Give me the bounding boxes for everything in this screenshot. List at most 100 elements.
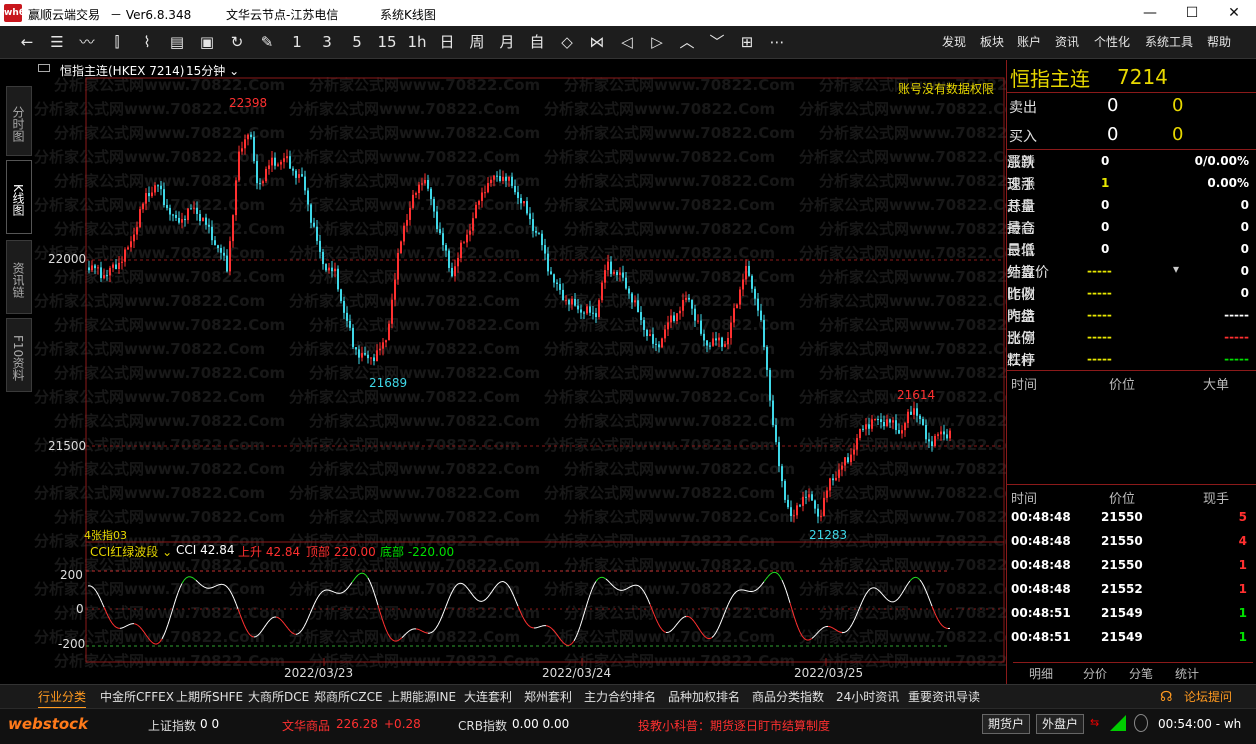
move-right-icon[interactable]: ▷ [642, 26, 672, 59]
indicator-name[interactable]: CCI红绿波段 ⌄ [90, 543, 172, 560]
cci-segment [695, 623, 699, 628]
chart-menu-icon[interactable] [38, 64, 50, 72]
menu-sector[interactable]: 板块 [980, 26, 1004, 59]
market-tab[interactable]: 主力合约排名 [584, 685, 656, 709]
watermark-text: 分析家公式网www.70822.Com [819, 556, 1006, 574]
candle-body [193, 207, 195, 209]
candle-body [442, 233, 444, 246]
chart-period[interactable]: 15分钟 ⌄ [186, 62, 239, 79]
refresh-icon[interactable]: ↻ [222, 26, 252, 59]
tab-stats[interactable]: 统计 [1175, 665, 1199, 682]
up-icon[interactable]: ︿ [672, 26, 702, 59]
tick-time: 00:48:48 [1011, 510, 1071, 524]
sell-price[interactable]: 0 [1107, 95, 1118, 116]
draw-icon[interactable]: ✎ [252, 26, 282, 59]
menu-personalize[interactable]: 个性化 [1094, 26, 1130, 59]
tick-volume: 1 [1238, 558, 1247, 572]
candle-body [565, 299, 567, 301]
futures-account-button[interactable]: 期货户 [982, 714, 1030, 734]
stat-label: 昨收 [1007, 287, 1035, 303]
market-tab[interactable]: 郑商所CZCE [314, 685, 383, 709]
market-tab[interactable]: 品种加权排名 [668, 685, 740, 709]
close-icon[interactable]: ✕ [1214, 0, 1254, 26]
back-icon[interactable]: ← [12, 26, 42, 59]
menu-account[interactable]: 账户 [1017, 26, 1041, 59]
down-icon[interactable]: ﹀ [702, 26, 732, 59]
idx3-name[interactable]: CRB指数 [458, 717, 507, 734]
watermark-text: 分析家公式网www.70822.Com [34, 580, 265, 598]
market-tab[interactable]: 商品分类指数 [752, 685, 824, 709]
layout-icon[interactable]: ⊞ [732, 26, 762, 59]
candle-body [106, 275, 108, 277]
market-tab[interactable]: 行业分类 [38, 685, 87, 709]
tab-tick[interactable]: 分笔 [1129, 665, 1153, 682]
candle-body [886, 419, 888, 427]
menu-tools[interactable]: 系统工具 [1145, 26, 1193, 59]
news-ticker[interactable]: 投教小科普：期货逐日盯市结算制度 [638, 717, 830, 734]
kline-chart-area[interactable]: 分析家公式网www.70822.Com 分析家公式网www.70822.Com 分析… [34, 60, 1006, 684]
period-1[interactable]: 1 [282, 26, 312, 59]
tab-detail[interactable]: 明细 [1029, 665, 1053, 682]
candle-body [817, 508, 819, 517]
idx2-name[interactable]: 文华商品 [282, 717, 330, 734]
period-5[interactable]: 5 [342, 26, 372, 59]
period-month[interactable]: 月 [492, 26, 522, 59]
chart-symbol[interactable]: 恒指主连(HKEX 7214) [60, 62, 184, 79]
zoom-out-icon[interactable]: ⋈ [582, 26, 612, 59]
period-3[interactable]: 3 [312, 26, 342, 59]
candle-body [868, 424, 870, 429]
forum-ask[interactable]: 论坛提问 [1184, 685, 1232, 709]
x-label-0325: 2022/03/25 [794, 666, 864, 680]
market-tab[interactable]: 上期能源INE [388, 685, 456, 709]
period-15[interactable]: 15 [372, 26, 402, 59]
market-tab[interactable]: 郑州套利 [524, 685, 572, 709]
candle-icon[interactable]: ⫿ [102, 26, 132, 59]
tab-news-chain[interactable]: 资讯链 [6, 240, 32, 314]
candle-body [355, 347, 357, 350]
menu-help[interactable]: 帮助 [1207, 26, 1231, 59]
period-custom[interactable]: 自 [522, 26, 552, 59]
market-tab[interactable]: 上期所SHFE [176, 685, 243, 709]
line-chart-icon[interactable]: 〰 [72, 26, 102, 59]
headset-icon[interactable]: ☊ [1160, 689, 1172, 705]
tab-kline[interactable]: K线图 [6, 160, 32, 234]
candle-body [814, 500, 816, 509]
tab-f10[interactable]: F10资料 [6, 318, 32, 392]
more-icon[interactable]: ⋯ [762, 26, 792, 59]
kline-chart-svg[interactable]: 分析家公式网www.70822.Com 分析家公式网www.70822.Com 分析… [34, 60, 1006, 684]
tab-timeshare[interactable]: 分时图 [6, 86, 32, 156]
tick-icon[interactable]: ⌇ [132, 26, 162, 59]
candle-body [619, 272, 621, 276]
menu-discover[interactable]: 发现 [942, 26, 966, 59]
candle-body [352, 327, 354, 348]
tick-row: 00:48:48 21550 1 [1007, 554, 1256, 576]
move-left-icon[interactable]: ◁ [612, 26, 642, 59]
stat-value: 0 [1240, 242, 1249, 256]
buy-price[interactable]: 0 [1107, 124, 1118, 145]
zoom-in-icon[interactable]: ◇ [552, 26, 582, 59]
market-tab[interactable]: 大连套利 [464, 685, 512, 709]
tab-price-dist[interactable]: 分价 [1083, 665, 1107, 682]
candle-body [634, 300, 636, 303]
market-tab[interactable]: 24小时资讯 [836, 685, 899, 709]
candle-body [910, 411, 912, 415]
period-day[interactable]: 日 [432, 26, 462, 59]
cci-segment [339, 592, 343, 594]
candle-body [178, 217, 180, 223]
save-icon[interactable]: ▣ [192, 26, 222, 59]
period-week[interactable]: 周 [462, 26, 492, 59]
maximize-icon[interactable]: ☐ [1172, 0, 1212, 26]
indicator-tab[interactable]: 4张指03 [84, 527, 127, 543]
market-tab[interactable]: 中金所CFFEX [100, 685, 174, 709]
market-tab[interactable]: 重要资讯导读 [908, 685, 980, 709]
minimize-icon[interactable]: — [1130, 0, 1170, 26]
market-tab[interactable]: 大商所DCE [248, 685, 309, 709]
period-1h[interactable]: 1h [402, 26, 432, 59]
grid-icon[interactable]: ▤ [162, 26, 192, 59]
menu-news[interactable]: 资讯 [1055, 26, 1079, 59]
candle-body [790, 507, 792, 516]
idx1-name[interactable]: 上证指数 [148, 717, 196, 734]
list-icon[interactable]: ☰ [42, 26, 72, 59]
chevron-down-icon[interactable]: ▾ [1173, 262, 1179, 276]
foreign-account-button[interactable]: 外盘户 [1036, 714, 1084, 734]
